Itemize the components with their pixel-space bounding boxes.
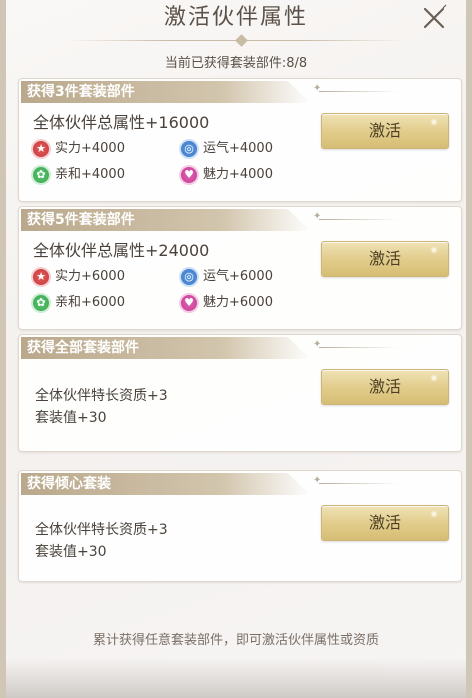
stat-charm: ♥ 魅力+4000	[179, 165, 273, 185]
card-header: 获得3件套装部件	[21, 81, 311, 103]
stat-luck-label: 运气+6000	[203, 269, 273, 284]
set-bonus-card-heart: 获得倾心套装 全体伙伴特长资质+3 套装值+30 激活	[18, 470, 462, 582]
set-bonus-card-3: 获得3件套装部件 全体伙伴总属性+16000 ★ 实力+4000 ◎ 运气+40…	[18, 78, 462, 202]
set-bonus-card-full: 获得全部套装部件 全体伙伴特长资质+3 套装值+30 激活	[18, 334, 462, 452]
card-header-ornament	[313, 83, 399, 94]
footer-hint: 累计获得任意套装部件，即可激活伙伴属性或资质	[92, 633, 379, 648]
set-bonus-card-5: 获得5件套装部件 全体伙伴总属性+24000 ★ 实力+6000 ◎ 运气+60…	[18, 206, 462, 330]
stat-strength-label: 实力+6000	[55, 269, 125, 284]
stat-charm-label: 魅力+6000	[203, 295, 273, 310]
progress-text: 当前已获得套装部件:8/8	[164, 56, 308, 71]
total-attribute: 全体伙伴总属性+24000	[33, 241, 210, 260]
stat-luck-label: 运气+4000	[203, 141, 273, 156]
card-header: 获得倾心套装	[21, 473, 311, 495]
page-title: 激活伙伴属性	[163, 5, 308, 30]
activate-button[interactable]: 激活	[321, 241, 449, 277]
affinity-icon: ✿	[31, 293, 51, 313]
stat-luck: ◎ 运气+6000	[179, 267, 273, 287]
affinity-icon: ✿	[31, 165, 51, 185]
bonus-line-1: 全体伙伴特长资质+3	[35, 522, 168, 538]
stat-charm: ♥ 魅力+6000	[179, 293, 273, 313]
luck-icon: ◎	[179, 267, 199, 287]
bonus-line-2: 套装值+30	[35, 410, 107, 426]
panel-header: 激活伙伴属性	[12, 0, 460, 38]
card-header: 获得5件套装部件	[21, 209, 311, 231]
card-header-ornament	[313, 211, 399, 222]
total-attribute: 全体伙伴总属性+16000	[33, 113, 210, 132]
stat-affinity-label: 亲和+4000	[55, 167, 125, 182]
close-icon[interactable]	[420, 4, 448, 32]
card-header-ornament	[313, 475, 399, 486]
stat-strength: ★ 实力+4000	[31, 139, 125, 159]
card-header-ornament	[313, 339, 399, 350]
bonus-line-1: 全体伙伴特长资质+3	[35, 388, 168, 404]
activate-button[interactable]: 激活	[321, 369, 449, 405]
stat-affinity: ✿ 亲和+4000	[31, 165, 125, 185]
stat-charm-label: 魅力+4000	[203, 167, 273, 182]
star-icon: ★	[31, 267, 51, 287]
luck-icon: ◎	[179, 139, 199, 159]
bonus-line-2: 套装值+30	[35, 544, 107, 560]
stat-affinity-label: 亲和+6000	[55, 295, 125, 310]
stat-strength-label: 实力+4000	[55, 141, 125, 156]
stat-luck: ◎ 运气+4000	[179, 139, 273, 159]
bottom-decor-band	[6, 658, 466, 698]
stat-strength: ★ 实力+6000	[31, 267, 125, 287]
heart-icon: ♥	[179, 293, 199, 313]
card-header: 获得全部套装部件	[21, 337, 311, 359]
heart-icon: ♥	[179, 165, 199, 185]
activate-button[interactable]: 激活	[321, 505, 449, 541]
stat-affinity: ✿ 亲和+6000	[31, 293, 125, 313]
star-icon: ★	[31, 139, 51, 159]
activation-panel: 激活伙伴属性 当前已获得套装部件:8/8 获得3件套装部件 全体伙伴总属性+16…	[0, 0, 472, 698]
activate-button[interactable]: 激活	[321, 113, 449, 149]
